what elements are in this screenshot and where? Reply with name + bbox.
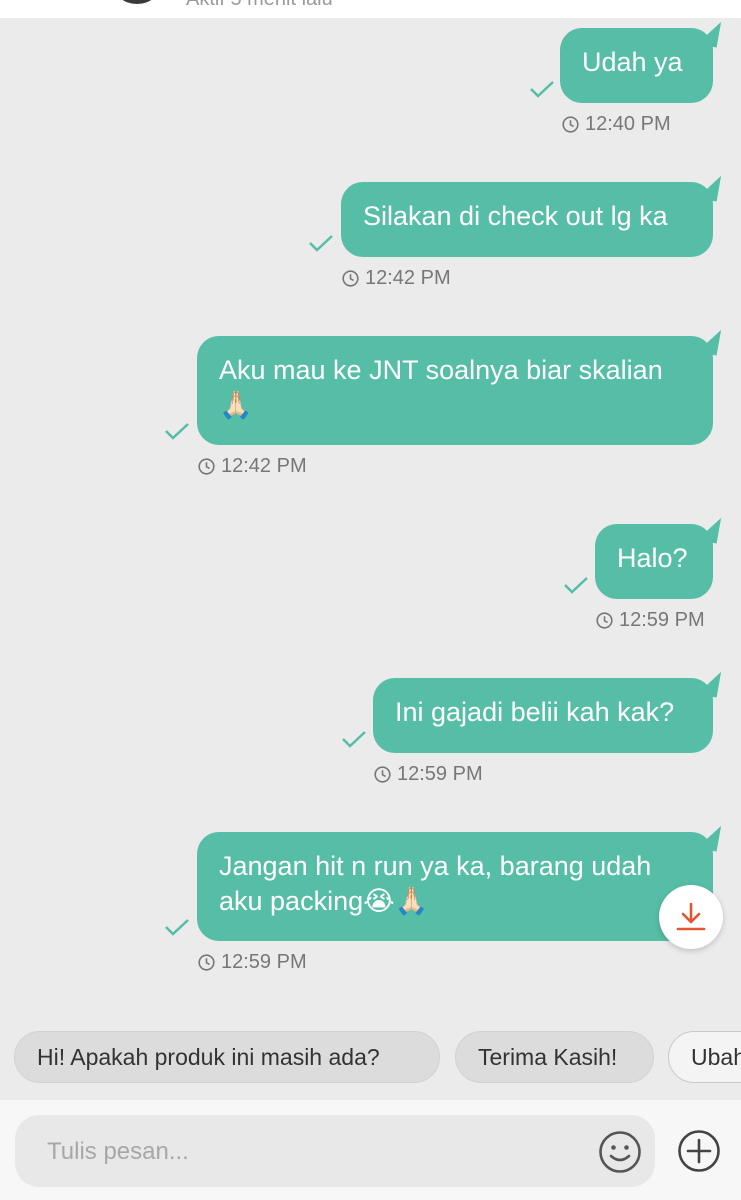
smiley-icon[interactable] [597,1129,643,1175]
message-time: 12:40 PM [562,113,671,136]
message-bubble[interactable]: Udah ya [560,18,722,103]
message-time: 12:59 PM [198,951,307,974]
clock-icon [562,116,579,133]
message-time: 12:59 PM [596,609,705,632]
message-bubble[interactable]: Halo? [595,514,722,599]
message-time: 12:42 PM [198,455,307,478]
message-text: Aku mau ke JNT soalnya biar skalian 🙏🏻 [219,355,663,420]
message-bubble[interactable]: Silakan di check out lg ka [341,172,722,257]
clock-icon [198,954,215,971]
message-bubble-row: Silakan di check out lg ka [341,172,722,257]
message-time-text: 12:59 PM [619,609,705,631]
quick-replies: Hi! Apakah produk ini masih ada? Terima … [0,1031,741,1085]
message-input[interactable] [45,1115,569,1189]
check-icon [342,731,366,748]
message-bubble-row: Udah ya [560,18,722,103]
download-arrow-icon [676,902,706,931]
message-input-box [15,1115,655,1189]
message-time-text: 12:42 PM [365,267,451,289]
check-icon [309,235,333,252]
message-bubble-row: Ini gajadi belii kah kak? [373,668,722,753]
clock-icon [198,458,215,475]
clock-icon [374,766,391,783]
avatar[interactable] [112,0,162,4]
message-time-text: 12:59 PM [221,951,307,973]
check-icon [165,423,189,440]
message-text: Udah ya [582,47,683,77]
message-bubble[interactable]: Jangan hit n run ya ka, barang udah aku … [197,822,722,941]
composer-bar [0,1100,741,1200]
message-time: 12:59 PM [374,763,483,786]
quick-reply-chip[interactable]: Ubah [668,1031,741,1083]
check-icon [564,577,588,594]
plus-circle-icon[interactable] [676,1128,722,1174]
message-text: Halo? [617,543,688,573]
message-text: Ini gajadi belii kah kak? [395,697,675,727]
message-bubble-row: Aku mau ke JNT soalnya biar skalian 🙏🏻 [197,326,722,445]
quick-reply-chip[interactable]: Terima Kasih! [455,1031,654,1083]
clock-icon [342,270,359,287]
message-time-text: 12:59 PM [397,763,483,785]
message-bubble-row: Halo? [595,514,722,599]
quick-reply-chip[interactable]: Hi! Apakah produk ini masih ada? [14,1031,440,1083]
message-time-text: 12:40 PM [585,113,671,135]
message-time-text: 12:42 PM [221,455,307,477]
header-status: Aktif 5 menit lalu [186,0,333,11]
scroll-to-bottom-button[interactable] [659,885,723,949]
message-time: 12:42 PM [342,267,451,290]
message-text: Silakan di check out lg ka [363,201,668,231]
clock-icon [596,612,613,629]
message-bubble[interactable]: Aku mau ke JNT soalnya biar skalian 🙏🏻 [197,326,722,445]
message-bubble-row: Jangan hit n run ya ka, barang udah aku … [197,822,722,941]
message-text: Jangan hit n run ya ka, barang udah aku … [219,851,652,916]
check-icon [165,919,189,936]
message-bubble[interactable]: Ini gajadi belii kah kak? [373,668,722,753]
check-icon [530,81,554,98]
chat-header: Aktif 5 menit lalu [0,0,741,18]
